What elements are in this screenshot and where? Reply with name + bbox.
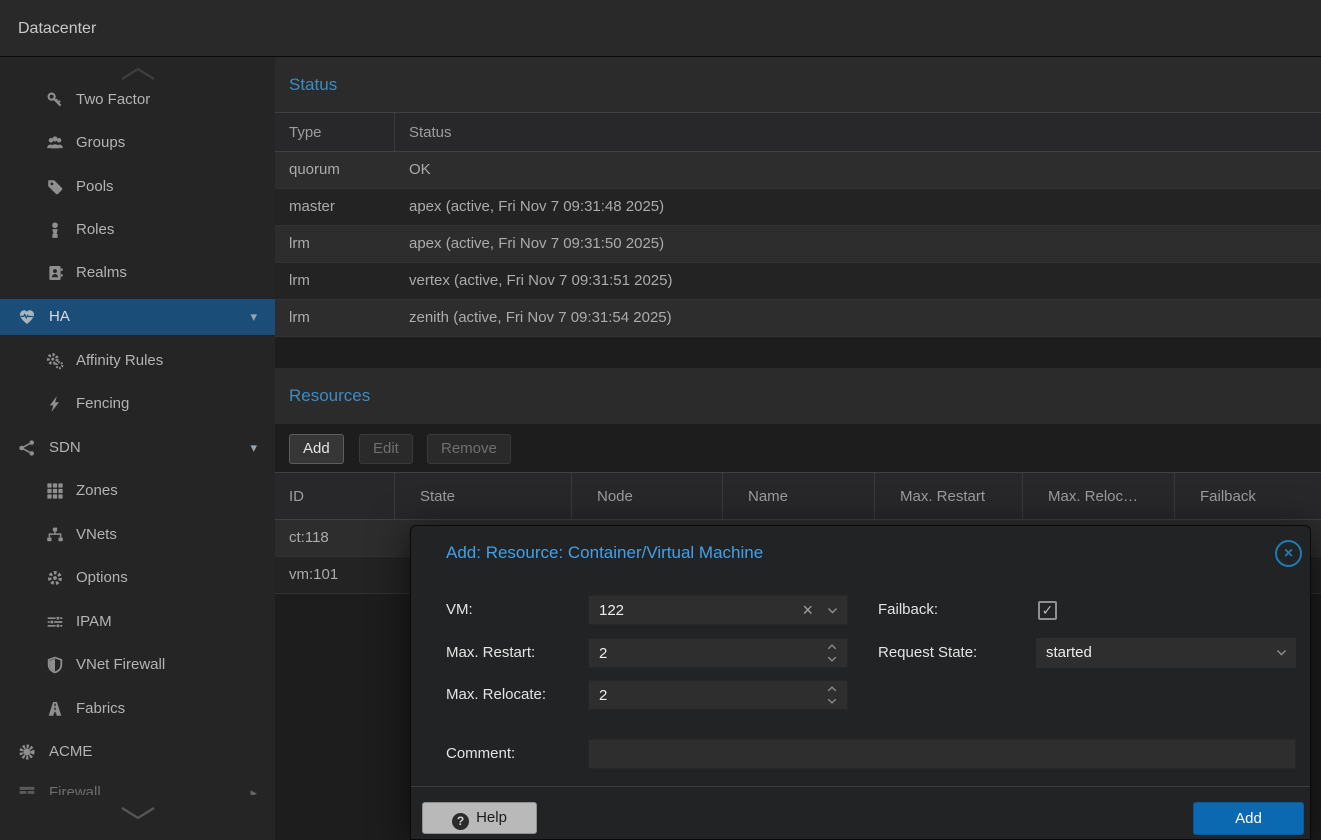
resources-toolbar: Add Edit Remove — [275, 424, 1321, 472]
road-icon — [46, 700, 64, 718]
sidebar-item-firewall-clipped[interactable]: Firewall ▸ — [0, 775, 275, 795]
scroll-down-icon[interactable] — [119, 805, 157, 821]
clear-icon[interactable]: × — [802, 596, 813, 624]
column-header-failback[interactable]: Failback — [1175, 473, 1321, 519]
sidebar-nav: Two Factor Groups Pools Roles Realms HA … — [0, 57, 275, 840]
vm-label: VM: — [446, 595, 473, 625]
chevron-down-icon[interactable] — [1275, 646, 1288, 659]
sidebar-item-vnets[interactable]: VNets — [0, 517, 275, 553]
sidebar-item-sdn[interactable]: SDN ▾ — [0, 430, 275, 466]
max-relocate-input[interactable] — [589, 681, 847, 709]
max-restart-input[interactable] — [589, 639, 847, 667]
address-book-icon — [46, 264, 64, 282]
comment-field[interactable] — [588, 739, 1296, 769]
app-window: Datacenter Two Factor Groups Pools Roles… — [0, 0, 1321, 840]
vm-combo[interactable]: × — [588, 595, 848, 625]
sidebar-item-vnet-firewall[interactable]: VNet Firewall — [0, 647, 275, 683]
sidebar-item-pools[interactable]: Pools — [0, 169, 275, 205]
sidebar-item-groups[interactable]: Groups — [0, 125, 275, 161]
gear-icon — [46, 569, 64, 587]
request-state-label: Request State: — [878, 638, 977, 668]
bolt-icon — [46, 395, 64, 413]
request-state-select[interactable]: started — [1036, 638, 1296, 668]
dialog-title: Add: Resource: Container/Virtual Machine — [446, 526, 763, 579]
sidebar-item-realms[interactable]: Realms — [0, 255, 275, 291]
table-row[interactable]: lrm zenith (active, Fri Nov 7 09:31:54 2… — [275, 300, 1321, 337]
failback-checkbox[interactable]: ✓ — [1038, 601, 1057, 620]
comment-input[interactable] — [589, 740, 1295, 768]
tag-icon — [46, 178, 64, 196]
status-section-header: Status — [275, 57, 1321, 112]
network-icon — [18, 439, 36, 457]
max-relocate-label: Max. Relocate: — [446, 680, 546, 710]
dialog-footer-divider — [411, 786, 1310, 787]
sitemap-icon — [46, 526, 64, 544]
question-icon: ? — [452, 813, 469, 830]
column-header-name[interactable]: Name — [723, 473, 875, 519]
top-header-bar: Datacenter — [0, 0, 1321, 57]
heartbeat-icon — [18, 308, 36, 326]
chevron-down-icon[interactable]: ▾ — [250, 430, 257, 466]
chevron-collapsed-icon: ▸ — [250, 775, 257, 795]
sidebar-item-ipam[interactable]: IPAM — [0, 604, 275, 640]
chevron-down-icon[interactable] — [826, 604, 839, 617]
person-icon — [46, 221, 64, 239]
add-button[interactable]: Add — [289, 434, 344, 464]
remove-button: Remove — [427, 434, 511, 464]
resources-section-header: Resources — [275, 368, 1321, 424]
table-row[interactable]: lrm apex (active, Fri Nov 7 09:31:50 202… — [275, 226, 1321, 263]
sidebar-item-roles[interactable]: Roles — [0, 212, 275, 248]
column-header-state[interactable]: State — [395, 473, 572, 519]
status-table-header: Type Status — [275, 112, 1321, 152]
max-restart-label: Max. Restart: — [446, 638, 535, 668]
edit-button: Edit — [359, 434, 413, 464]
status-section-title: Status — [289, 57, 337, 112]
sidebar-item-affinity-rules[interactable]: Affinity Rules — [0, 343, 275, 379]
sidebar-item-options[interactable]: Options — [0, 560, 275, 596]
close-icon[interactable]: × — [1275, 540, 1302, 567]
sidebar-item-acme[interactable]: ACME — [0, 734, 275, 770]
firewall-icon — [18, 784, 36, 795]
table-row[interactable]: quorum OK — [275, 152, 1321, 189]
certificate-icon — [18, 743, 36, 761]
sidebar-item-fabrics[interactable]: Fabrics — [0, 691, 275, 727]
column-header-node[interactable]: Node — [572, 473, 723, 519]
page-title: Datacenter — [18, 0, 96, 57]
table-row[interactable]: lrm vertex (active, Fri Nov 7 09:31:51 2… — [275, 263, 1321, 300]
column-header-status[interactable]: Status — [395, 113, 1321, 151]
resources-section-title: Resources — [289, 368, 370, 423]
spinner-arrows-icon[interactable] — [826, 683, 842, 709]
gears-icon — [46, 352, 64, 370]
sidebar-item-zones[interactable]: Zones — [0, 473, 275, 509]
key-icon — [46, 91, 64, 109]
scroll-up-icon[interactable] — [119, 66, 157, 82]
chevron-down-icon[interactable]: ▾ — [250, 299, 257, 335]
sidebar-item-two-factor[interactable]: Two Factor — [0, 82, 275, 118]
resources-table-header: ID State Node Name Max. Restart Max. Rel… — [275, 472, 1321, 520]
table-row[interactable]: master apex (active, Fri Nov 7 09:31:48 … — [275, 189, 1321, 226]
shield-icon — [46, 656, 64, 674]
failback-label: Failback: — [878, 595, 938, 625]
spinner-arrows-icon[interactable] — [826, 641, 842, 667]
sidebar-item-fencing[interactable]: Fencing — [0, 386, 275, 422]
column-header-max-relocate[interactable]: Max. Reloc… — [1023, 473, 1175, 519]
column-header-type[interactable]: Type — [275, 113, 395, 151]
add-resource-dialog: Add: Resource: Container/Virtual Machine… — [410, 525, 1311, 840]
help-button[interactable]: ?Help — [422, 802, 537, 834]
users-icon — [46, 134, 64, 152]
max-relocate-spinner[interactable] — [588, 680, 848, 710]
sliders-icon — [46, 613, 64, 631]
dialog-add-button[interactable]: Add — [1193, 802, 1304, 835]
column-header-max-restart[interactable]: Max. Restart — [875, 473, 1023, 519]
column-header-id[interactable]: ID — [275, 473, 395, 519]
sidebar-item-ha[interactable]: HA ▾ — [0, 299, 275, 335]
grid-icon — [46, 482, 64, 500]
max-restart-spinner[interactable] — [588, 638, 848, 668]
comment-label: Comment: — [446, 739, 515, 769]
